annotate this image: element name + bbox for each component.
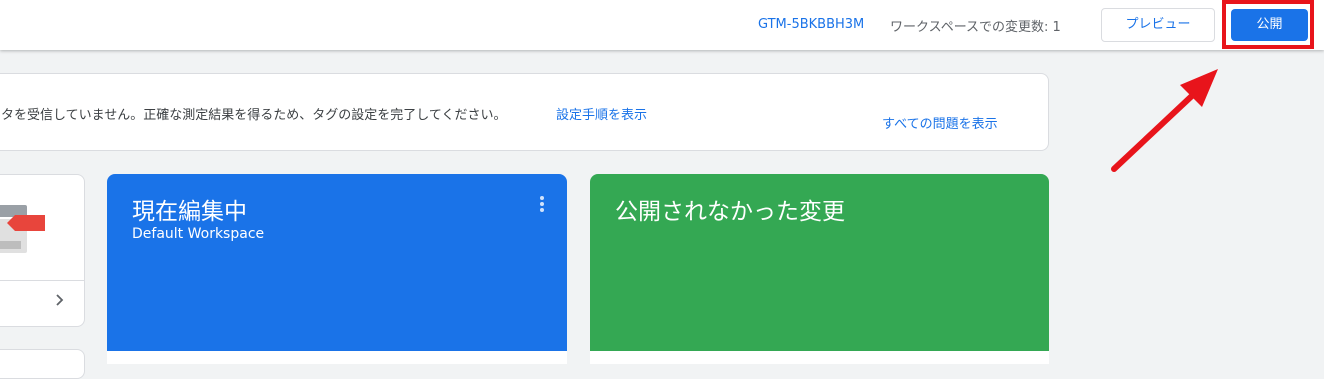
secondary-card bbox=[0, 349, 85, 379]
overview-card bbox=[0, 174, 85, 327]
workspace-name: Default Workspace bbox=[132, 226, 265, 242]
tag-illustration-icon bbox=[0, 205, 45, 253]
unpublished-changes-card[interactable]: 公開されなかった変更 bbox=[590, 174, 1049, 364]
workspace-changes-count: ワークスペースでの変更数: 1 bbox=[890, 20, 1061, 35]
top-bar: GTM-5BKBBH3M ワークスペースでの変更数: 1 プレビュー 公開 bbox=[0, 0, 1324, 50]
container-id-link[interactable]: GTM-5BKBBH3M bbox=[758, 17, 864, 32]
setup-instructions-link[interactable]: 設定手順を表示 bbox=[556, 104, 647, 123]
workspace-card-title: 現在編集中 bbox=[132, 199, 247, 225]
unpublished-card-title: 公開されなかった変更 bbox=[615, 199, 845, 225]
all-issues-link[interactable]: すべての問題を表示 bbox=[882, 113, 998, 132]
chevron-right-icon[interactable] bbox=[53, 293, 67, 307]
card-divider bbox=[0, 280, 84, 281]
current-workspace-card[interactable]: 現在編集中 Default Workspace bbox=[107, 174, 567, 364]
setup-notice-card: タを受信していません。正確な測定結果を得るため、タグの設定を完了してください。 … bbox=[0, 73, 1049, 151]
more-vert-icon[interactable] bbox=[535, 194, 549, 216]
publish-button[interactable]: 公開 bbox=[1231, 9, 1308, 41]
annotation-arrow bbox=[1111, 69, 1218, 172]
setup-notice-text: タを受信していません。正確な測定結果を得るため、タグの設定を完了してください。 bbox=[1, 108, 507, 123]
preview-button[interactable]: プレビュー bbox=[1101, 8, 1215, 42]
